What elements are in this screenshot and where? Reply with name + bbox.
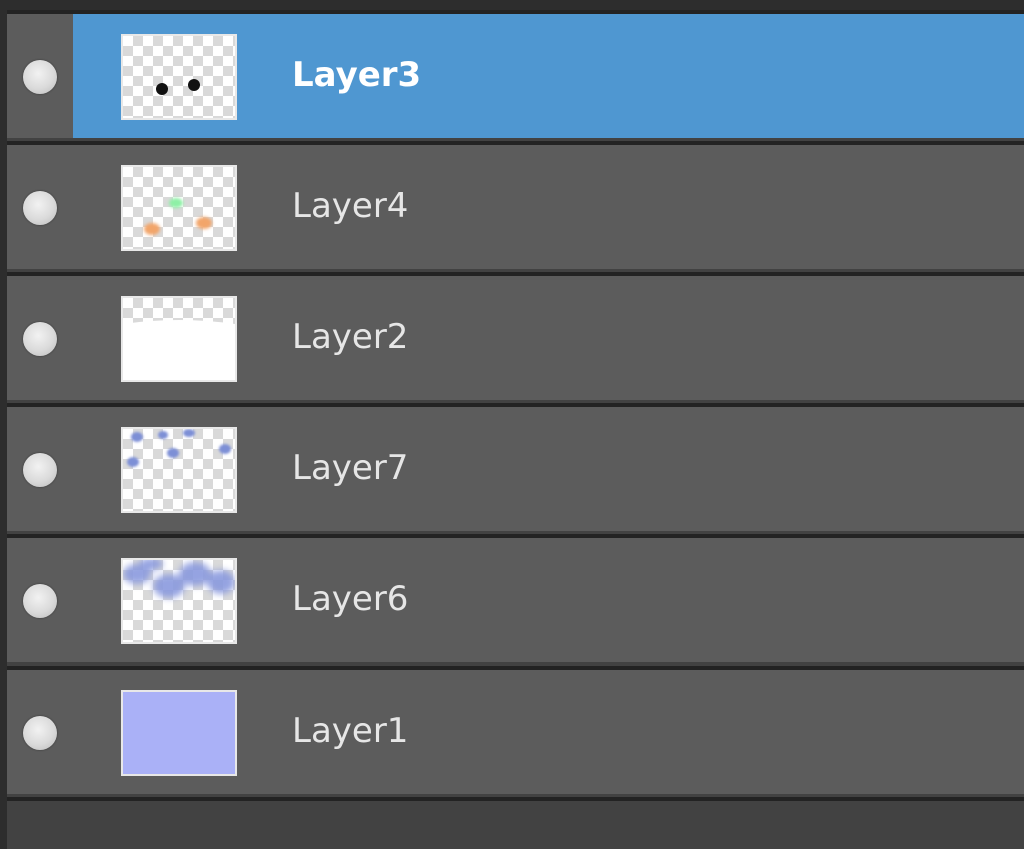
layer-thumbnail — [121, 558, 237, 644]
layer2-thumbnail-art — [123, 320, 235, 380]
layers-empty-area — [7, 797, 1024, 849]
visibility-column — [7, 670, 73, 794]
layer-name: Layer1 — [292, 711, 409, 751]
panel-left-edge — [0, 0, 7, 849]
layers-panel: Layer3 Layer4 Layer2 Layer7 Layer6 Layer… — [0, 0, 1024, 849]
visibility-column — [7, 14, 73, 138]
layer-row-layer2[interactable]: Layer2 — [7, 272, 1024, 400]
layer-thumbnail — [121, 427, 237, 513]
layer-name: Layer2 — [292, 317, 409, 357]
layer4-thumbnail-art — [144, 198, 212, 235]
layer-name: Layer4 — [292, 186, 409, 226]
visibility-dot-icon[interactable] — [23, 60, 57, 94]
layer-thumbnail — [121, 34, 237, 120]
layer-name: Layer6 — [292, 579, 409, 619]
layer-thumbnail — [121, 690, 237, 776]
layer-row-layer1[interactable]: Layer1 — [7, 666, 1024, 794]
visibility-dot-icon[interactable] — [23, 453, 57, 487]
visibility-dot-icon[interactable] — [23, 716, 57, 750]
layer-name: Layer3 — [292, 55, 422, 95]
visibility-column — [7, 538, 73, 662]
visibility-column — [7, 145, 73, 269]
layer-thumbnail — [121, 165, 237, 251]
panel-top-edge — [0, 0, 1024, 10]
layer3-thumbnail-art — [156, 79, 200, 95]
layer-thumbnail — [121, 296, 237, 382]
visibility-dot-icon[interactable] — [23, 322, 57, 356]
visibility-column — [7, 407, 73, 531]
layer-row-layer3[interactable]: Layer3 — [7, 10, 1024, 138]
layer-row-layer7[interactable]: Layer7 — [7, 403, 1024, 531]
layer-row-layer4[interactable]: Layer4 — [7, 141, 1024, 269]
layer-row-layer6[interactable]: Layer6 — [7, 534, 1024, 662]
layer7-thumbnail-art — [127, 429, 231, 467]
visibility-dot-icon[interactable] — [23, 191, 57, 225]
layer6-thumbnail-art — [123, 560, 235, 598]
layer-name: Layer7 — [292, 448, 409, 488]
visibility-column — [7, 276, 73, 400]
visibility-dot-icon[interactable] — [23, 584, 57, 618]
